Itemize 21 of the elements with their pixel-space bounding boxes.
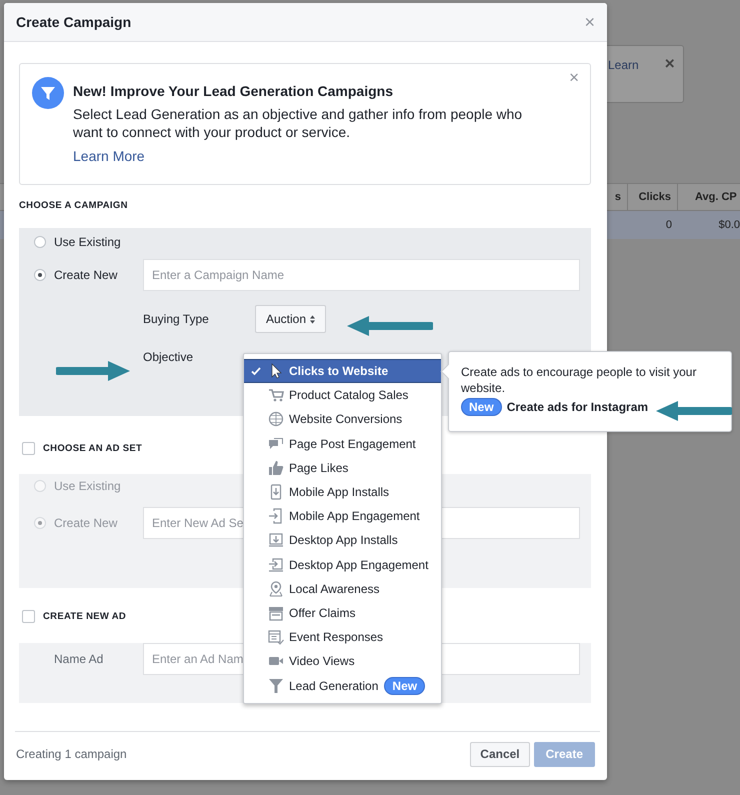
table-cell-text: $0.0 [718, 218, 740, 233]
column-header: Avg. CP [694, 190, 738, 205]
section-heading: CREATE NEW AD [43, 610, 126, 622]
option-label: Use Existing [54, 235, 121, 249]
section-heading: CHOOSE A CAMPAIGN [19, 200, 128, 210]
new-badge: New [384, 676, 426, 695]
tooltip-text: Create ads to encourage people to visit your website. [461, 364, 698, 396]
banner-title: New! Improve Your Lead Generation Campaigns [73, 83, 394, 99]
banner-text: Select Lead Generation as an objective and gather info from people who want to connect with your product or service. [73, 105, 524, 141]
option-label: Use Existing [54, 479, 121, 493]
status-text: Creating 1 campaign [15, 747, 127, 761]
dialog-title: Create Campaign [16, 14, 132, 30]
buying-type-label: Buying Type [143, 312, 210, 326]
table-cell-text: 0 [664, 218, 673, 233]
option-label: Create New [54, 268, 118, 282]
section-heading: CHOOSE AN AD SET [43, 442, 142, 454]
column-header: Clicks [628, 184, 678, 210]
name-ad-label: Name Ad [53, 652, 104, 666]
option-label: Create New [54, 516, 118, 530]
new-badge: New [461, 398, 502, 416]
objective-label: Objective [143, 350, 194, 364]
